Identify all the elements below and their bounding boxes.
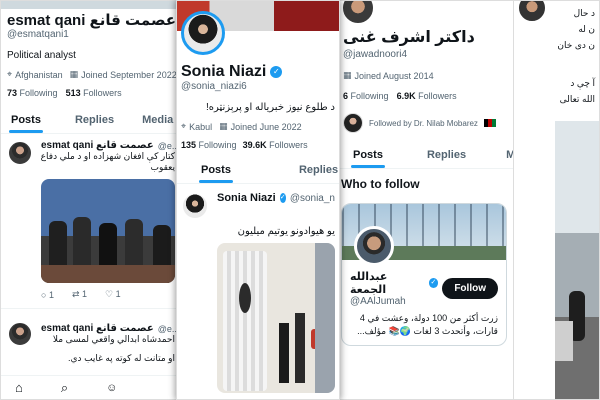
profile-name: داکتر اشرف غنی	[343, 29, 475, 46]
avatar[interactable]	[354, 226, 394, 266]
suggestion-bio: زرت أكثر من 100 دولة، وعشت في 4	[359, 313, 498, 323]
profile-name: esmat qani عصمت قانع	[7, 12, 176, 29]
bottom-nav: ⌂ ⌕ ☺	[1, 375, 181, 399]
profile-joined: Joined August 2014	[354, 70, 434, 81]
verified-icon: ✓	[270, 66, 283, 78]
profile-location: Afghanistan	[15, 69, 63, 80]
profile-panel-partial: د حال ن له ن دی خان آ چې د الله تعالی	[510, 0, 600, 400]
who-to-follow-heading: Who to follow	[341, 177, 420, 191]
reply-icon: ○	[41, 289, 47, 300]
tweet-text: کتار کې افغان شهزاده او د ملي دفاع	[40, 151, 175, 161]
following-stat[interactable]: 135 Following	[181, 140, 237, 150]
banner-strip	[1, 1, 181, 9]
profile-joined: Joined September 2022	[81, 69, 177, 80]
avatar[interactable]	[181, 192, 209, 220]
profile-tabs: Posts Replies	[177, 158, 339, 184]
profile-tabs: Posts Replies Media	[335, 143, 513, 169]
suggestion-card[interactable]: عبدالله الجمعة ✓ @AAlJumah Follow زرت أك…	[341, 203, 507, 346]
tab-posts[interactable]: Posts	[191, 158, 241, 183]
avatar[interactable]	[7, 140, 33, 166]
tweet-author: esmat qani عصمت قانع	[41, 323, 154, 334]
home-icon[interactable]: ⌂	[15, 380, 23, 395]
avatar[interactable]	[7, 321, 33, 347]
follow-button[interactable]: Follow	[442, 278, 498, 299]
profile-location: Kabul	[189, 121, 213, 132]
text-fragment: ن دی خان	[557, 40, 595, 50]
followers-stat[interactable]: 39.6K Followers	[243, 140, 308, 150]
profile-handle: @sonia_niazi6	[181, 81, 247, 92]
tweet-author: esmat qani عصمت قانع	[41, 140, 154, 151]
followers-stat[interactable]: 513 Followers	[66, 88, 122, 98]
text-fragment: آ چې د	[570, 78, 595, 88]
calendar-icon: ▦	[69, 69, 79, 79]
verified-icon: ✓	[279, 193, 286, 203]
followers-stat[interactable]: 6.9K Followers	[397, 91, 457, 101]
communities-icon[interactable]: ☺	[106, 382, 117, 394]
tab-posts[interactable]: Posts	[343, 143, 393, 168]
tab-replies[interactable]: Replies	[289, 158, 339, 183]
suggestion-bio-2: قارات، وأتحدث 3 لغات 🌍📚 مؤلف...	[357, 326, 498, 336]
retweet-icon: ⇄	[71, 289, 80, 299]
reply-button[interactable]: ○ 1	[41, 290, 54, 300]
tab-replies[interactable]: Replies	[65, 108, 124, 133]
tab-media[interactable]: Media	[496, 143, 513, 168]
tweet-author: Sonia Niazi	[217, 192, 276, 204]
profile-bio: Political analyst	[7, 50, 76, 61]
like-button[interactable]: ♡ 1	[105, 289, 121, 300]
retweet-button[interactable]: ⇄ 1	[72, 289, 87, 300]
verified-icon: ✓	[428, 278, 439, 288]
tweet-text-2: او متانت له کوته په غایب دي.	[68, 353, 175, 363]
text-fragment: الله تعالی	[559, 94, 595, 104]
text-fragment: ن له	[578, 24, 595, 34]
avatar[interactable]	[181, 11, 225, 55]
tab-replies[interactable]: Replies	[417, 143, 476, 168]
location-icon: ⌖	[7, 69, 13, 79]
profile-tabs: Posts Replies Media	[1, 108, 181, 134]
tab-media[interactable]: Media	[132, 108, 181, 133]
afghan-flag-icon	[483, 119, 496, 127]
location-icon: ⌖	[181, 121, 187, 131]
tweet-text: احمدشاه ابدالي واقعي لمسی ملا	[52, 334, 175, 344]
profile-handle: @esmatqani1	[7, 29, 69, 40]
calendar-icon: ▦	[219, 121, 228, 131]
profile-name: Sonia Niazi	[181, 63, 267, 80]
tweet-card[interactable]: Sonia Niazi ✓ @sonia_n یو هیوادونو یوتیم…	[177, 184, 339, 393]
tweet-handle: @sonia_n	[289, 192, 335, 204]
search-icon[interactable]: ⌕	[61, 380, 68, 396]
profile-joined: Joined June 2022	[230, 121, 302, 132]
profile-bio: د طلوع نیوز خبریاله او پرېزنټره!	[205, 102, 335, 113]
following-stat[interactable]: 73 Following	[7, 88, 58, 98]
tweet-card[interactable]: esmat qani عصمت قانع @e... 04 کتار کې اف…	[1, 134, 181, 300]
tab-posts[interactable]: Posts	[1, 108, 51, 133]
profile-panel-sonianiazi: Sonia Niazi ✓ @sonia_niazi6 د طلوع نیوز …	[176, 0, 340, 400]
suggestion-name: عبدالله الجمعة	[350, 271, 388, 296]
follower-avatar[interactable]	[343, 113, 363, 133]
heart-icon: ♡	[105, 289, 114, 299]
tweet-text: یو هیوادونو یوتیم میلیون	[237, 226, 335, 237]
profile-handle: @jawadnoori4	[343, 49, 408, 60]
tweet-photo[interactable]	[555, 121, 599, 399]
followed-by-text[interactable]: Followed by Dr. Nilab Mobarez	[369, 119, 478, 128]
calendar-icon: ▦	[343, 70, 352, 80]
tweet-photo[interactable]	[217, 243, 335, 393]
profile-panel-esmatqani: esmat qani عصمت قانع @esmatqani1 Politic…	[0, 0, 182, 400]
tweet-photo[interactable]	[41, 179, 175, 283]
tweet-text-2: یعقوب	[150, 162, 175, 172]
following-stat[interactable]: 6 Following	[343, 91, 389, 101]
suggestion-handle: @AAlJumah	[350, 296, 406, 307]
tweet-card-2[interactable]: esmat qani عصمت قانع @e... 04 احمدشاه اب…	[1, 308, 181, 364]
profile-panel-jawadnoori: داکتر اشرف غنی @jawadnoori4 ▦ Joined Aug…	[334, 0, 514, 400]
